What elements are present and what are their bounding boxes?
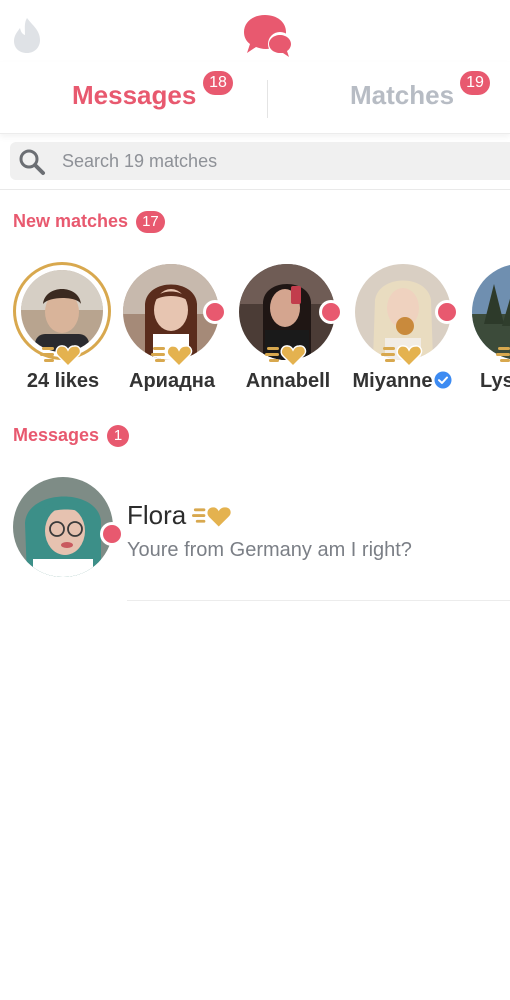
message-row[interactable]: Flora Youre from Germany am I right? bbox=[0, 470, 510, 601]
message-preview: Youre from Germany am I right? bbox=[127, 539, 412, 561]
tab-matches[interactable]: Matches bbox=[350, 80, 454, 111]
match-name: Ариадна bbox=[129, 370, 215, 392]
avatar bbox=[21, 270, 103, 352]
online-indicator bbox=[319, 300, 343, 324]
match-name: Miyanne bbox=[347, 370, 457, 393]
match-name-text: Miyanne bbox=[352, 370, 433, 392]
new-matches-count: 17 bbox=[136, 211, 165, 233]
search-icon bbox=[19, 149, 45, 175]
message-sender-name: Flora bbox=[127, 500, 187, 530]
online-indicator bbox=[203, 300, 227, 324]
flame-icon[interactable] bbox=[10, 16, 44, 54]
match-name: Annabell bbox=[245, 370, 331, 392]
new-matches-heading: New matches 17 bbox=[13, 211, 165, 233]
match-card[interactable]: Miyanne bbox=[349, 262, 459, 396]
online-indicator bbox=[100, 522, 124, 546]
likes-card[interactable]: 24 likes bbox=[8, 262, 118, 396]
match-card[interactable]: Ариадна bbox=[117, 262, 227, 396]
gold-heart-icon bbox=[265, 345, 307, 368]
tab-divider bbox=[267, 80, 268, 118]
search-input[interactable] bbox=[62, 142, 502, 180]
messages-heading: Messages 1 bbox=[13, 425, 130, 447]
search-bar[interactable] bbox=[10, 142, 510, 180]
top-bar bbox=[0, 0, 510, 62]
verified-badge-icon bbox=[434, 371, 452, 389]
tab-matches-label: Matches bbox=[350, 80, 455, 110]
gold-heart-icon bbox=[151, 345, 193, 368]
tab-messages-badge: 18 bbox=[203, 71, 233, 95]
tab-bar: Messages 18 Matches 19 bbox=[0, 62, 510, 134]
match-name: 24 likes bbox=[26, 370, 100, 392]
gold-heart-icon bbox=[496, 347, 510, 362]
tab-messages-label: Messages bbox=[72, 80, 197, 110]
online-indicator bbox=[435, 300, 459, 324]
divider bbox=[0, 189, 510, 190]
avatar bbox=[13, 477, 113, 577]
new-matches-title: New matches bbox=[13, 211, 129, 231]
tab-matches-badge: 19 bbox=[460, 71, 490, 95]
divider bbox=[127, 600, 510, 601]
messages-title: Messages bbox=[13, 425, 100, 445]
gold-heart-icon bbox=[381, 345, 423, 368]
gold-heart-icon bbox=[192, 507, 231, 527]
tab-messages[interactable]: Messages bbox=[72, 80, 196, 111]
messages-count: 1 bbox=[107, 425, 130, 447]
match-name: Lys bbox=[480, 370, 510, 392]
match-card[interactable]: Lys bbox=[466, 262, 510, 396]
chat-bubbles-icon[interactable] bbox=[240, 12, 294, 60]
match-card[interactable]: Annabell bbox=[233, 262, 343, 396]
gold-heart-icon bbox=[40, 345, 82, 368]
